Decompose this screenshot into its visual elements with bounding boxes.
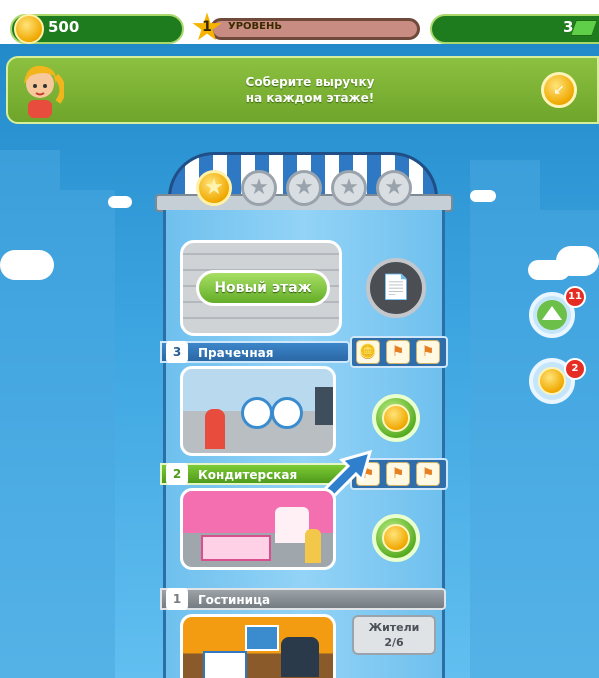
star-icon: ★ — [241, 170, 277, 206]
coin-icon — [538, 367, 566, 395]
collect-button[interactable] — [372, 394, 420, 442]
city-building — [540, 210, 599, 678]
star-icon: ★ — [376, 170, 412, 206]
floor-number: 1 — [166, 588, 188, 610]
quest-text: Соберите выручку на каждом этаже! — [200, 74, 420, 106]
room-bakery[interactable] — [180, 488, 336, 570]
level-number: 1 — [202, 19, 212, 35]
slot-empty-icon[interactable]: ⚑ — [386, 462, 410, 486]
floor-label[interactable]: Прачечная — [160, 341, 350, 363]
slot-empty-icon[interactable]: ⚑ — [386, 340, 410, 364]
door — [315, 387, 333, 425]
residents-panel[interactable]: Жители 2/6 — [352, 615, 436, 655]
floor-name: Прачечная — [198, 346, 274, 360]
coins-value: 500 — [48, 18, 80, 36]
document-icon[interactable]: 📄 — [366, 258, 426, 318]
city-building — [470, 160, 540, 678]
floor-name: Кондитерская — [198, 468, 298, 482]
notification-badge: 11 — [564, 286, 586, 308]
slot-empty-icon[interactable]: ⚑ — [416, 462, 440, 486]
quest-line-2: на каждом этаже! — [245, 91, 375, 105]
floor-name: Гостиница — [198, 593, 271, 607]
bed — [203, 651, 247, 678]
floor-label[interactable]: Гостиница — [160, 588, 446, 610]
guest — [281, 637, 319, 677]
new-floor-button[interactable]: Новый этаж — [196, 270, 330, 306]
floor-number: 2 — [166, 463, 188, 485]
collect-button[interactable] — [372, 514, 420, 562]
worker — [305, 529, 321, 563]
room-hotel[interactable] — [180, 614, 336, 678]
city-building — [60, 190, 115, 678]
slot-coin-icon[interactable]: 🪙 — [356, 340, 380, 364]
cloud — [470, 190, 496, 202]
window — [245, 625, 279, 651]
star-icon: ★ — [331, 170, 367, 206]
level-label: УРОВЕНЬ — [228, 21, 282, 32]
coin-icon — [382, 524, 410, 552]
star-icon: ★ — [196, 170, 232, 206]
worker — [205, 409, 225, 449]
counter — [201, 535, 271, 561]
coin-icon — [14, 14, 44, 44]
star-icon: ★ — [286, 170, 322, 206]
floor-number: 3 — [166, 341, 188, 363]
assistant-girl-icon — [24, 65, 64, 118]
coin-icon — [382, 404, 410, 432]
cloud — [556, 246, 599, 276]
cloud — [0, 250, 54, 280]
cake — [275, 507, 309, 543]
quest-line-1: Соберите выручку — [245, 75, 375, 89]
quest-coin-icon: ↙ — [541, 72, 577, 108]
residents-label: Жители — [368, 621, 420, 634]
city-building — [0, 150, 60, 678]
slot-empty-icon[interactable]: ⚑ — [416, 340, 440, 364]
residents-value: 2/6 — [384, 636, 404, 649]
washer — [241, 397, 273, 429]
notification-badge: 2 — [564, 358, 586, 380]
room-laundry[interactable] — [180, 366, 336, 456]
cloud — [108, 196, 132, 208]
washer — [271, 397, 303, 429]
